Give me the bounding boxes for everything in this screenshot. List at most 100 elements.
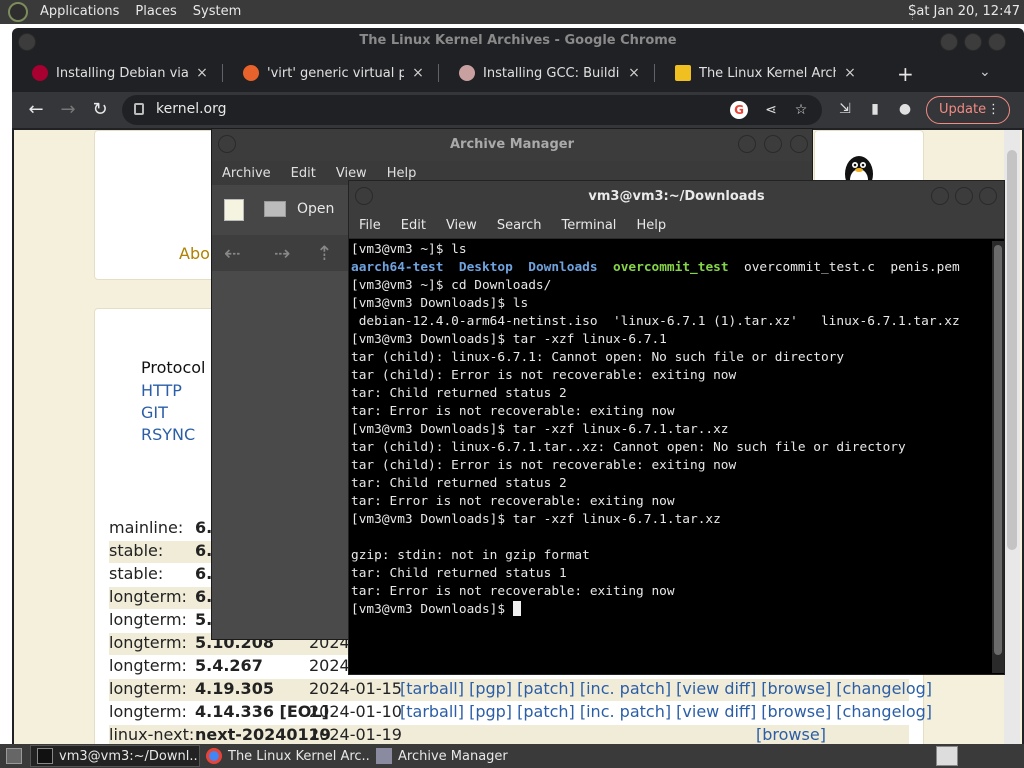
forward-arrow-icon[interactable]: → bbox=[56, 98, 80, 122]
close-window-icon[interactable] bbox=[988, 33, 1006, 51]
tab-close-icon[interactable]: × bbox=[840, 65, 860, 81]
menu-help[interactable]: Help bbox=[626, 213, 676, 238]
menu-archive[interactable]: Archive bbox=[212, 161, 281, 185]
update-button[interactable]: Update ⋮ bbox=[926, 96, 1010, 124]
tab-qemu-virt[interactable]: 'virt' generic virtual platfo × bbox=[223, 58, 438, 88]
extensions-icon[interactable]: ⇲ bbox=[836, 100, 854, 118]
ls-dir: aarch64-test bbox=[351, 260, 444, 275]
protocol-http-link[interactable]: HTTP bbox=[141, 381, 182, 400]
maximize-icon[interactable] bbox=[955, 187, 973, 205]
protocol-rsync-link[interactable]: RSYNC bbox=[141, 425, 195, 444]
close-window-icon[interactable] bbox=[790, 135, 808, 153]
gnome-foot-icon[interactable] bbox=[8, 2, 28, 22]
about-link[interactable]: Abo bbox=[179, 244, 210, 263]
tab-strip: Installing Debian via the In × 'virt' ge… bbox=[12, 58, 1024, 88]
minimize-icon[interactable] bbox=[738, 135, 756, 153]
terminal-line: tar: Error is not recoverable: exiting n… bbox=[351, 494, 675, 509]
system-menu[interactable]: System bbox=[185, 0, 249, 24]
menu-terminal[interactable]: Terminal bbox=[551, 213, 626, 238]
protocol-git-link[interactable]: GIT bbox=[141, 403, 168, 422]
release-links[interactable]: [tarball] [pgp] [patch] [inc. patch] [vi… bbox=[400, 679, 932, 698]
tab-close-icon[interactable]: × bbox=[408, 65, 428, 81]
release-row: linux-next: next-20240119 2024-01-19 [brow… bbox=[109, 725, 909, 744]
terminal-prompt-line: [vm3@vm3 Downloads]$ bbox=[351, 601, 991, 619]
chrome-icon bbox=[206, 748, 222, 764]
applications-menu[interactable]: Applications bbox=[32, 0, 127, 24]
terminal-line: [vm3@vm3 ~]$ cd Downloads/ bbox=[351, 278, 552, 293]
back-arrow-icon[interactable]: ← bbox=[24, 98, 48, 122]
archive-titlebar[interactable]: Archive Manager bbox=[212, 129, 812, 161]
reload-icon[interactable]: ↻ bbox=[88, 98, 112, 122]
tab-close-icon[interactable]: × bbox=[192, 65, 212, 81]
terminal-line: [vm3@vm3 Downloads]$ tar -xzf linux-6.7.… bbox=[351, 332, 667, 347]
release-links[interactable]: [browse] bbox=[400, 725, 826, 744]
taskbar-archive-manager[interactable]: Archive Manager bbox=[370, 745, 520, 767]
terminal-line: tar: Error is not recoverable: exiting n… bbox=[351, 584, 675, 599]
tab-debian[interactable]: Installing Debian via the In × bbox=[12, 58, 222, 88]
chrome-titlebar[interactable]: The Linux Kernel Archives - Google Chrom… bbox=[12, 28, 1024, 56]
terminal-line: tar: Child returned status 2 bbox=[351, 476, 567, 491]
url-text[interactable]: kernel.org bbox=[156, 101, 227, 117]
show-desktop-icon[interactable] bbox=[0, 745, 30, 767]
protocol-heading: Protocol bbox=[141, 358, 206, 377]
share-icon[interactable]: ⋖ bbox=[762, 101, 780, 119]
maximize-icon[interactable] bbox=[964, 33, 982, 51]
workspace-switcher-icon[interactable] bbox=[936, 746, 958, 766]
terminal-scrollbar[interactable] bbox=[992, 241, 1004, 673]
google-lens-icon[interactable]: G bbox=[730, 101, 748, 119]
maximize-icon[interactable] bbox=[764, 135, 782, 153]
scroll-thumb[interactable] bbox=[1007, 150, 1017, 550]
terminal-line: tar (child): linux-6.7.1.tar..xz: Cannot… bbox=[351, 440, 906, 455]
menu-edit[interactable]: Edit bbox=[281, 161, 326, 185]
nav-up-icon[interactable]: ⇡ bbox=[316, 241, 333, 265]
window-menu-icon[interactable] bbox=[18, 33, 36, 51]
places-menu[interactable]: Places bbox=[127, 0, 184, 24]
ls-dir: Downloads bbox=[528, 260, 598, 275]
nav-back-icon[interactable]: ⇠ bbox=[224, 241, 241, 265]
window-menu-icon[interactable] bbox=[355, 187, 373, 205]
tab-gcc[interactable]: Installing GCC: Building - ( × bbox=[439, 58, 654, 88]
new-archive-icon[interactable] bbox=[224, 199, 244, 221]
new-tab-button[interactable]: + bbox=[897, 62, 914, 86]
archive-title: Archive Manager bbox=[450, 137, 574, 152]
menu-view[interactable]: View bbox=[436, 213, 487, 238]
ls-files: overcommit_test.c penis.pem bbox=[744, 260, 960, 275]
open-folder-icon[interactable] bbox=[264, 201, 286, 217]
minimize-icon[interactable] bbox=[931, 187, 949, 205]
terminal-line: [vm3@vm3 ~]$ ls bbox=[351, 242, 467, 257]
scroll-thumb[interactable] bbox=[994, 245, 1002, 655]
terminal-prompt: [vm3@vm3 Downloads]$ bbox=[351, 602, 513, 617]
archive-folder-pane bbox=[212, 271, 348, 639]
menu-search[interactable]: Search bbox=[487, 213, 552, 238]
taskbar-terminal[interactable]: vm3@vm3:~/Downl... bbox=[30, 745, 200, 767]
terminal-window: vm3@vm3:~/Downloads File Edit View Searc… bbox=[348, 180, 1005, 675]
tab-close-icon[interactable]: × bbox=[624, 65, 644, 81]
terminal-line: tar (child): Error is not recoverable: e… bbox=[351, 458, 737, 473]
bookmark-star-icon[interactable]: ☆ bbox=[792, 101, 810, 119]
address-bar[interactable]: kernel.org G ⋖ ☆ bbox=[122, 95, 822, 125]
chrome-menu-icon[interactable]: ⋮ bbox=[987, 97, 1000, 123]
minimize-icon[interactable] bbox=[940, 33, 958, 51]
open-button[interactable]: Open bbox=[297, 201, 334, 217]
release-links[interactable]: [tarball] [pgp] [patch] [inc. patch] [vi… bbox=[400, 702, 932, 721]
menu-file[interactable]: File bbox=[349, 213, 391, 238]
close-window-icon[interactable] bbox=[979, 187, 997, 205]
menu-edit[interactable]: Edit bbox=[391, 213, 436, 238]
terminal-output[interactable]: [vm3@vm3 ~]$ ls aarch64-test Desktop Down… bbox=[351, 241, 991, 673]
profile-icon[interactable]: ● bbox=[896, 100, 914, 118]
terminal-line: debian-12.4.0-arm64-netinst.iso 'linux-6… bbox=[351, 314, 960, 329]
lock-icon[interactable] bbox=[134, 103, 144, 115]
terminal-menubar: File Edit View Search Terminal Help bbox=[349, 213, 1004, 239]
tab-search-chevron-icon[interactable]: ⌄ bbox=[979, 64, 991, 80]
clock[interactable]: Sat Jan 20, 12:47 bbox=[908, 0, 1020, 24]
taskbar-chrome[interactable]: The Linux Kernel Arc... bbox=[200, 745, 370, 767]
nav-forward-icon[interactable]: ⇢ bbox=[274, 241, 291, 265]
page-scrollbar[interactable] bbox=[1004, 130, 1020, 744]
chrome-window-title: The Linux Kernel Archives - Google Chrom… bbox=[359, 33, 677, 48]
side-panel-icon[interactable]: ▮ bbox=[866, 100, 884, 118]
terminal-titlebar[interactable]: vm3@vm3:~/Downloads bbox=[349, 181, 1004, 213]
tab-kernel-archives[interactable]: The Linux Kernel Archives × bbox=[655, 58, 870, 88]
release-row: longterm: 4.19.305 2024-01-15 [tarball] [pg… bbox=[109, 679, 932, 701]
window-menu-icon[interactable] bbox=[218, 135, 236, 153]
terminal-line: [vm3@vm3 Downloads]$ tar -xzf linux-6.7.… bbox=[351, 512, 721, 527]
